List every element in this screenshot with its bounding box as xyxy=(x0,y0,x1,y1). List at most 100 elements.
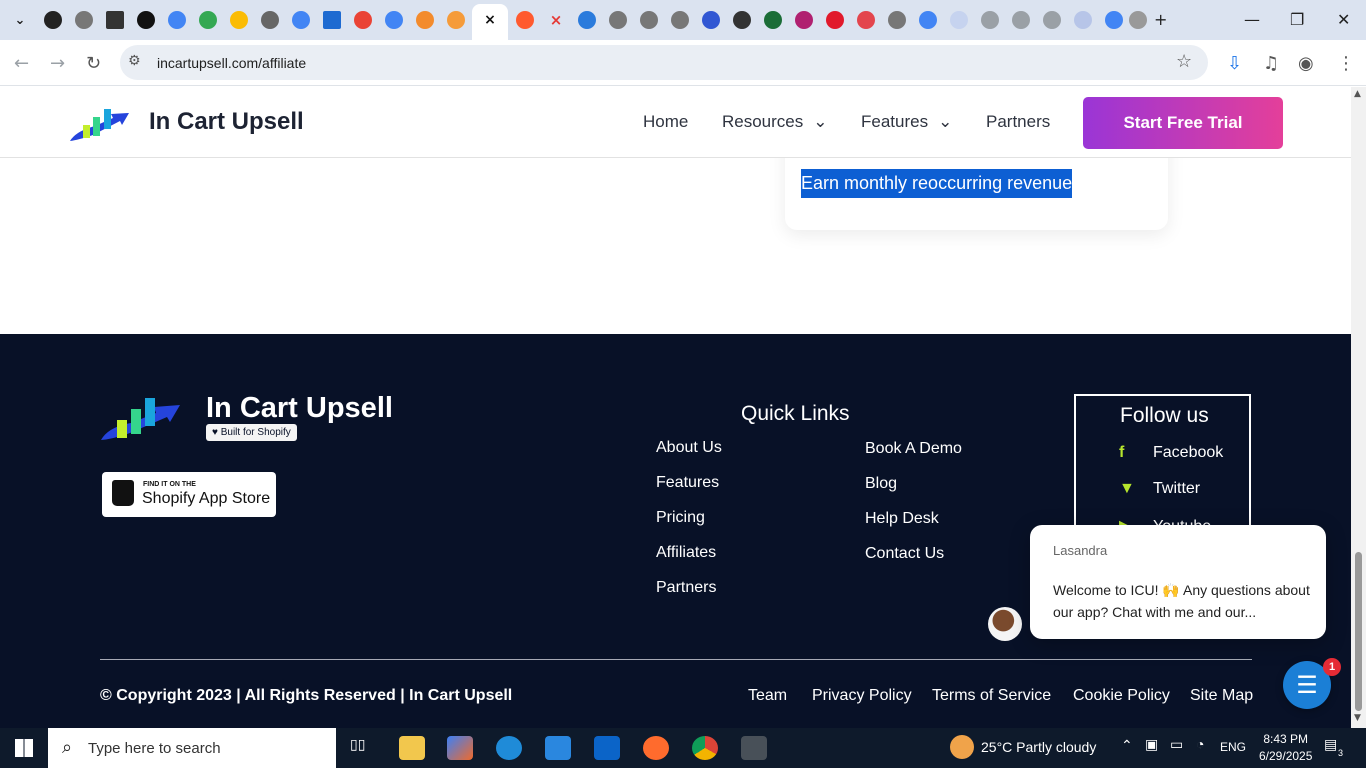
tab-icon[interactable] xyxy=(702,11,720,29)
tab-icon[interactable] xyxy=(1043,11,1061,29)
edge-icon[interactable] xyxy=(496,736,522,760)
network-icon[interactable]: ◔ xyxy=(1196,736,1204,752)
scroll-up-icon[interactable]: ▲ xyxy=(1354,89,1361,99)
new-tab-icon[interactable]: + xyxy=(1154,10,1167,29)
tab-icon[interactable] xyxy=(733,11,751,29)
tab-icon[interactable] xyxy=(385,11,403,29)
show-hidden-icons[interactable]: ⌃ xyxy=(1121,737,1133,754)
media-icon[interactable]: ♫ xyxy=(1263,53,1279,74)
tab-icon[interactable] xyxy=(292,11,310,29)
close-tab-icon[interactable]: × xyxy=(481,11,499,29)
facebook-link[interactable]: f Facebook xyxy=(1119,444,1223,462)
profile-icon[interactable]: ◉ xyxy=(1298,53,1314,74)
store-icon[interactable] xyxy=(545,736,571,760)
restore-icon[interactable]: ❐ xyxy=(1290,10,1304,29)
footer-link-blog[interactable]: Blog xyxy=(865,475,897,493)
tab-icon[interactable] xyxy=(888,11,906,29)
scrollbar-thumb[interactable] xyxy=(1355,552,1362,711)
close-window-icon[interactable]: ✕ xyxy=(1337,10,1350,29)
meet-now-icon[interactable]: ▣ xyxy=(1145,736,1158,753)
nav-features[interactable]: Features ⌄ xyxy=(861,112,952,132)
privacy-link[interactable]: Privacy Policy xyxy=(812,687,912,705)
footer-link-help[interactable]: Help Desk xyxy=(865,510,939,528)
tab-icon[interactable] xyxy=(609,11,627,29)
site-info-icon[interactable]: ⚙ xyxy=(128,53,141,69)
calculator-icon[interactable] xyxy=(741,736,767,760)
download-icon[interactable]: ⇩ xyxy=(1227,53,1242,74)
footer-link-about[interactable]: About Us xyxy=(656,439,722,457)
tab-icon[interactable] xyxy=(106,11,124,29)
reload-icon[interactable]: ↻ xyxy=(86,53,101,74)
footer-link-features[interactable]: Features xyxy=(656,474,719,492)
footer-logo[interactable]: In Cart Upsell ♥ Built for Shopify xyxy=(100,392,410,454)
footer-link-partners[interactable]: Partners xyxy=(656,579,716,597)
tab-icon[interactable] xyxy=(230,11,248,29)
url-text[interactable]: incartupsell.com/affiliate xyxy=(157,55,306,71)
tab-icon[interactable] xyxy=(323,11,341,29)
forward-icon[interactable]: → xyxy=(50,53,65,74)
tab-icon[interactable] xyxy=(168,11,186,29)
chrome-icon[interactable] xyxy=(692,736,718,760)
tab-icon[interactable] xyxy=(578,11,596,29)
scroll-down-icon[interactable]: ▼ xyxy=(1354,713,1361,723)
chat-popup[interactable]: Lasandra Welcome to ICU! 🙌 Any questions… xyxy=(1030,525,1326,639)
tab-icon[interactable] xyxy=(919,11,937,29)
tab-icon[interactable] xyxy=(1012,11,1030,29)
footer-link-affiliates[interactable]: Affiliates xyxy=(656,544,716,562)
shopify-app-store-button[interactable]: FIND IT ON THE Shopify App Store xyxy=(102,472,276,517)
footer-link-pricing[interactable]: Pricing xyxy=(656,509,705,527)
cookie-link[interactable]: Cookie Policy xyxy=(1073,687,1170,705)
tab-icon[interactable] xyxy=(795,11,813,29)
tab-icon[interactable] xyxy=(764,11,782,29)
active-tab[interactable]: × xyxy=(472,4,508,40)
menu-icon[interactable]: ⋮ xyxy=(1337,53,1355,74)
taskbar-search[interactable]: ⌕ Type here to search xyxy=(48,728,336,768)
sitemap-link[interactable]: Site Map xyxy=(1190,687,1253,705)
battery-icon[interactable]: ▭ xyxy=(1170,736,1183,753)
task-view-icon[interactable]: ▯▯ xyxy=(350,736,365,753)
footer-link-contact[interactable]: Contact Us xyxy=(865,545,944,563)
back-icon[interactable]: ← xyxy=(14,53,29,74)
terms-link[interactable]: Terms of Service xyxy=(932,687,1051,705)
tab-list-icon[interactable]: ⌄ xyxy=(11,11,29,29)
tab-icon[interactable] xyxy=(826,11,844,29)
nav-home[interactable]: Home xyxy=(643,112,688,132)
start-free-trial-button[interactable]: Start Free Trial xyxy=(1083,97,1283,149)
tab-icon[interactable] xyxy=(981,11,999,29)
tab-icon[interactable] xyxy=(416,11,434,29)
tab-icon[interactable] xyxy=(199,11,217,29)
outlook-icon[interactable] xyxy=(594,736,620,760)
file-explorer-icon[interactable] xyxy=(399,736,425,760)
notification-icon[interactable]: ▤ xyxy=(1324,736,1337,753)
language-indicator[interactable]: ENG xyxy=(1220,740,1246,754)
bookmark-star-icon[interactable]: ☆ xyxy=(1176,51,1192,72)
tab-icon[interactable] xyxy=(516,11,534,29)
tab-icon[interactable] xyxy=(1129,11,1147,29)
tab-icon[interactable] xyxy=(640,11,658,29)
tab-icon[interactable] xyxy=(1105,11,1123,29)
tab-icon[interactable] xyxy=(671,11,689,29)
clock[interactable]: 8:43 PM 6/29/2025 xyxy=(1259,731,1312,765)
team-link[interactable]: Team xyxy=(748,687,787,705)
nav-resources[interactable]: Resources ⌄ xyxy=(722,112,828,132)
tab-icon[interactable] xyxy=(137,11,155,29)
tab-icon[interactable] xyxy=(75,11,93,29)
minimize-icon[interactable]: — xyxy=(1244,10,1260,29)
tab-icon[interactable] xyxy=(1074,11,1092,29)
page-scrollbar[interactable]: ▲ ▼ xyxy=(1351,87,1366,728)
tab-icon[interactable] xyxy=(447,11,465,29)
nav-partners[interactable]: Partners xyxy=(986,112,1050,132)
omnibox[interactable]: ⚙ incartupsell.com/affiliate ☆ xyxy=(120,45,1208,80)
site-logo[interactable]: In Cart Upsell xyxy=(68,101,308,145)
tab-icon[interactable] xyxy=(857,11,875,29)
windows-start-icon[interactable] xyxy=(15,739,33,757)
footer-link-demo[interactable]: Book A Demo xyxy=(865,440,962,458)
tab-icon[interactable] xyxy=(950,11,968,29)
tab-icon[interactable]: × xyxy=(547,11,565,29)
weather-status[interactable]: 25°C Partly cloudy xyxy=(981,739,1096,755)
tab-icon[interactable] xyxy=(44,11,62,29)
tab-icon[interactable] xyxy=(354,11,372,29)
firefox-icon[interactable] xyxy=(643,736,669,760)
copilot-icon[interactable] xyxy=(447,736,473,760)
tab-icon[interactable] xyxy=(261,11,279,29)
